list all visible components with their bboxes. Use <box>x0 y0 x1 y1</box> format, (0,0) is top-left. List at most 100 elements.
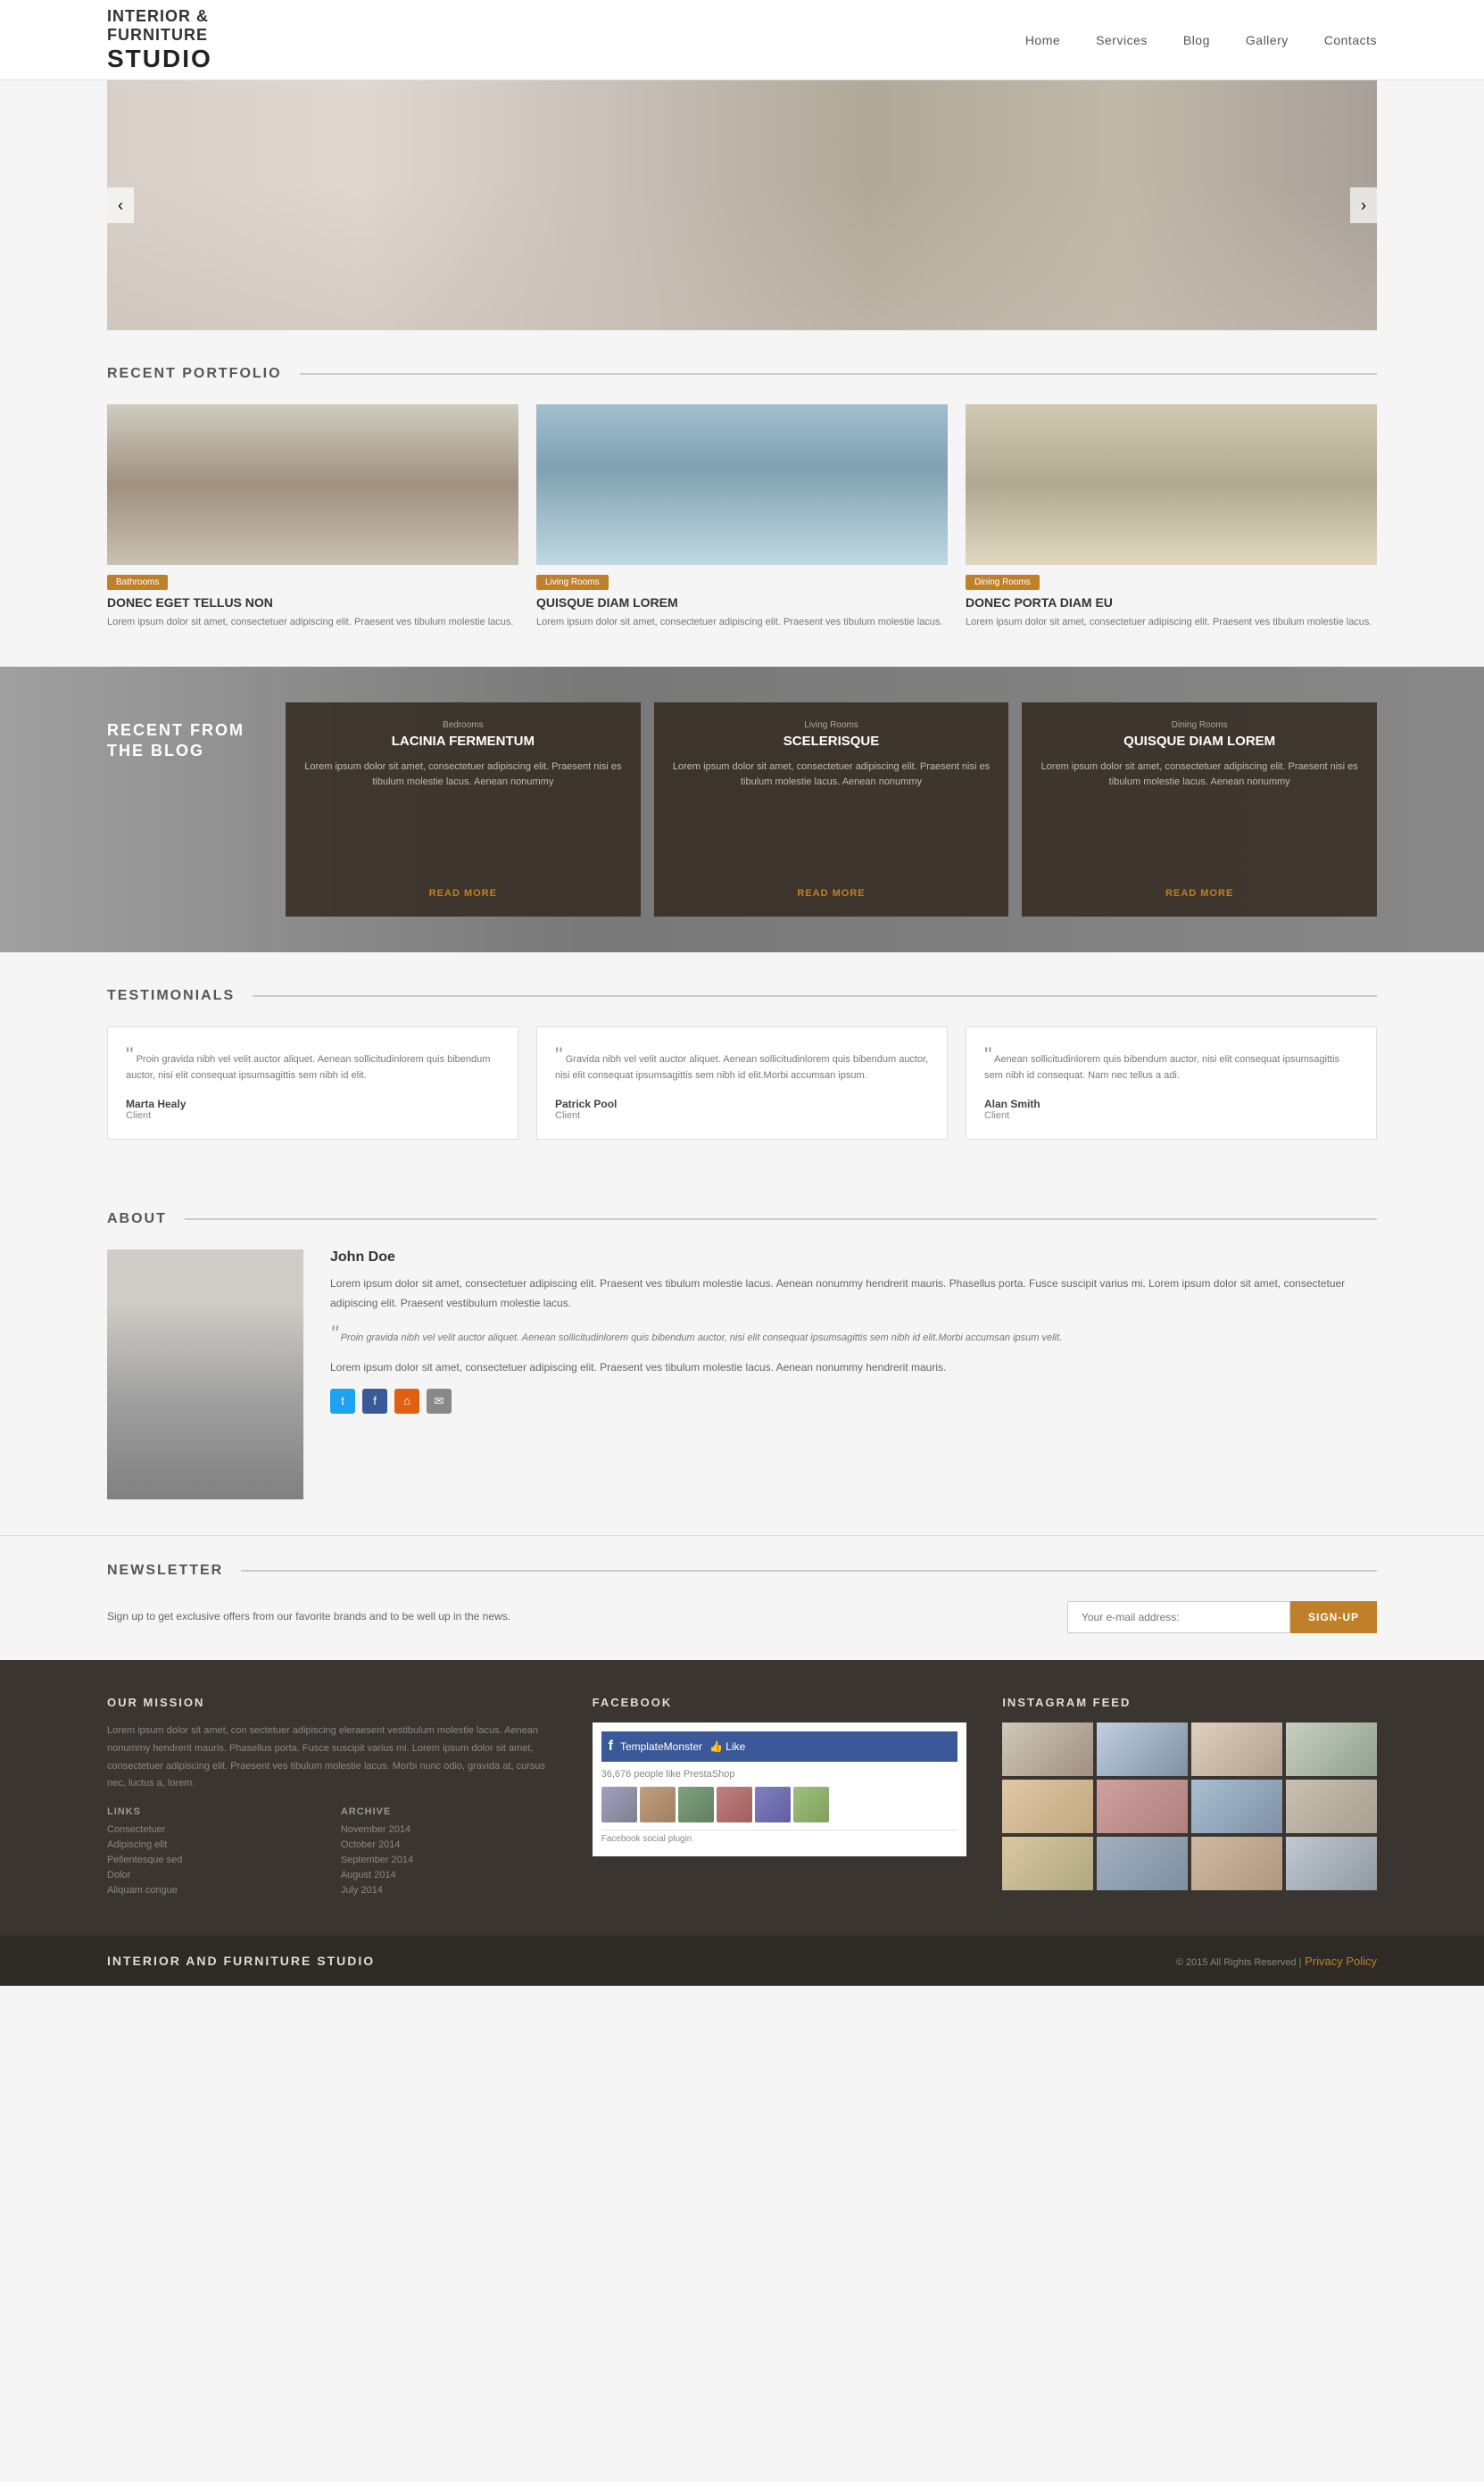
quote-mark: " <box>984 1043 992 1067</box>
facebook-face <box>755 1787 791 1822</box>
footer-bottom: INTERIOR AND FURNITURE STUDIO © 2015 All… <box>0 1936 1484 1986</box>
instagram-image[interactable] <box>1286 1722 1377 1776</box>
slider-next-button[interactable]: › <box>1350 187 1377 223</box>
newsletter-section: NEWSLETTER Sign up to get exclusive offe… <box>0 1535 1484 1660</box>
portfolio-text-3: Lorem ipsum dolor sit amet, consectetuer… <box>966 615 1377 631</box>
testimonial-item: " Proin gravida nibh vel velit auctor al… <box>107 1026 518 1140</box>
footer-facebook-col: FACEBOOK f TemplateMonster 👍 Like 36,676… <box>593 1696 967 1900</box>
instagram-image[interactable] <box>1191 1780 1282 1833</box>
quote-mark: " <box>555 1043 563 1067</box>
footer-mission-heading: OUR MISSION <box>107 1696 557 1709</box>
footer-link[interactable]: Consectetuer <box>107 1824 323 1835</box>
instagram-image[interactable] <box>1097 1780 1188 1833</box>
instagram-image[interactable] <box>1191 1837 1282 1890</box>
facebook-plugin-label: Facebook social plugin <box>601 1830 958 1847</box>
newsletter-inner: Sign up to get exclusive offers from our… <box>107 1601 1377 1633</box>
facebook-count: 36,676 people like PrestaShop <box>601 1769 958 1780</box>
facebook-icon[interactable]: f <box>362 1389 387 1414</box>
nav-home[interactable]: Home <box>1025 33 1060 47</box>
newsletter-signup-button[interactable]: SIGN-UP <box>1290 1601 1377 1633</box>
footer-privacy-link[interactable]: Privacy Policy <box>1305 1955 1377 1968</box>
quote-mark: " <box>330 1322 338 1346</box>
facebook-faces <box>601 1787 958 1822</box>
logo-studio: STUDIO <box>107 45 212 73</box>
instagram-grid <box>1002 1722 1377 1890</box>
facebook-face <box>793 1787 829 1822</box>
about-content: John Doe Lorem ipsum dolor sit amet, con… <box>107 1249 1377 1499</box>
footer-instagram-heading: INSTAGRAM FEED <box>1002 1696 1377 1709</box>
footer-facebook-widget: f TemplateMonster 👍 Like 36,676 people l… <box>593 1722 967 1856</box>
instagram-image[interactable] <box>1097 1837 1188 1890</box>
blog-section: RECENT FROM THE BLOG Bedrooms LACINIA FE… <box>0 667 1484 952</box>
portfolio-grid: Bathrooms DONEC EGET TELLUS NON Lorem ip… <box>107 404 1377 631</box>
instagram-image[interactable] <box>1286 1837 1377 1890</box>
footer-link[interactable]: Adipiscing elit <box>107 1839 323 1850</box>
logo-line1: INTERIOR & <box>107 7 212 26</box>
portfolio-title-3: DONEC PORTA DIAM EU <box>966 595 1377 610</box>
blog-card-title-1: LACINIA FERMENTUM <box>303 734 623 749</box>
testimonial-author-3: Alan Smith <box>984 1098 1358 1110</box>
logo-line2: FURNITURE <box>107 26 212 45</box>
blog-read-more-1[interactable]: READ MORE <box>303 888 623 899</box>
blog-read-more-2[interactable]: READ MORE <box>672 888 991 899</box>
portfolio-section: RECENT PORTFOLIO Bathrooms DONEC EGET TE… <box>0 330 1484 667</box>
about-text-block: John Doe Lorem ipsum dolor sit amet, con… <box>330 1249 1377 1414</box>
footer-archive-link[interactable]: August 2014 <box>341 1870 557 1880</box>
footer-brand: INTERIOR AND FURNITURE STUDIO <box>107 1954 375 1968</box>
instagram-image[interactable] <box>1002 1722 1093 1776</box>
testimonials-grid: " Proin gravida nibh vel velit auctor al… <box>107 1026 1377 1140</box>
portfolio-badge-1: Bathrooms <box>107 575 168 590</box>
slider-prev-button[interactable]: ‹ <box>107 187 134 223</box>
footer-link[interactable]: Dolor <box>107 1870 323 1880</box>
footer-link[interactable]: Pellentesque sed <box>107 1855 323 1865</box>
testimonial-author-1: Marta Healy <box>126 1098 500 1110</box>
facebook-like-icon: 👍 Like <box>709 1740 745 1753</box>
facebook-brand-name: TemplateMonster <box>620 1740 702 1753</box>
logo[interactable]: INTERIOR & FURNITURE STUDIO <box>107 7 212 73</box>
newsletter-email-input[interactable] <box>1067 1601 1290 1633</box>
about-title-row: ABOUT <box>107 1211 1377 1227</box>
instagram-image[interactable] <box>1097 1722 1188 1776</box>
footer-links-archive-grid: LINKS Consectetuer Adipiscing elit Pelle… <box>107 1806 557 1900</box>
footer-links-heading: LINKS <box>107 1806 323 1817</box>
footer-archive-heading: ARCHIVE <box>341 1806 557 1817</box>
instagram-image[interactable] <box>1002 1780 1093 1833</box>
testimonials-section-title: TESTIMONIALS <box>107 988 235 1004</box>
nav-contacts[interactable]: Contacts <box>1324 33 1377 47</box>
blog-card: Bedrooms LACINIA FERMENTUM Lorem ipsum d… <box>286 702 641 917</box>
mail-icon[interactable]: ✉ <box>427 1389 452 1414</box>
twitter-icon[interactable]: t <box>330 1389 355 1414</box>
portfolio-image-3 <box>966 404 1377 565</box>
footer-link[interactable]: Aliquam congue <box>107 1885 323 1896</box>
blog-card-text-2: Lorem ipsum dolor sit amet, consectetuer… <box>672 760 991 879</box>
nav-blog[interactable]: Blog <box>1183 33 1210 47</box>
instagram-image[interactable] <box>1286 1780 1377 1833</box>
testimonial-quote-3: " Aenean sollicitudinlorem quis bibendum… <box>984 1045 1358 1084</box>
footer: OUR MISSION Lorem ipsum dolor sit amet, … <box>0 1660 1484 1936</box>
about-name: John Doe <box>330 1249 1377 1266</box>
testimonials-section: TESTIMONIALS " Proin gravida nibh vel ve… <box>0 952 1484 1175</box>
footer-archive-link[interactable]: November 2014 <box>341 1824 557 1835</box>
facebook-face <box>717 1787 752 1822</box>
blog-read-more-3[interactable]: READ MORE <box>1040 888 1359 899</box>
nav-services[interactable]: Services <box>1096 33 1148 47</box>
footer-archive-link[interactable]: July 2014 <box>341 1885 557 1896</box>
rss-icon[interactable]: ⌂ <box>394 1389 419 1414</box>
testimonial-role-2: Client <box>555 1110 929 1121</box>
newsletter-form: SIGN-UP <box>1067 1601 1377 1633</box>
facebook-face <box>678 1787 714 1822</box>
about-person-visual <box>107 1249 303 1499</box>
blog-card: Living Rooms SCELERISQUE Lorem ipsum dol… <box>654 702 1009 917</box>
footer-archive-link[interactable]: October 2014 <box>341 1839 557 1850</box>
blog-card-category-1: Bedrooms <box>303 720 623 730</box>
newsletter-description: Sign up to get exclusive offers from our… <box>107 1608 1040 1625</box>
blog-card-text-1: Lorem ipsum dolor sit amet, consectetuer… <box>303 760 623 879</box>
instagram-image[interactable] <box>1191 1722 1282 1776</box>
portfolio-divider <box>300 373 1377 375</box>
footer-grid: OUR MISSION Lorem ipsum dolor sit amet, … <box>107 1696 1377 1900</box>
about-section-title: ABOUT <box>107 1211 167 1227</box>
instagram-image[interactable] <box>1002 1837 1093 1890</box>
testimonial-quote-1: " Proin gravida nibh vel velit auctor al… <box>126 1045 500 1084</box>
footer-archive-link[interactable]: September 2014 <box>341 1855 557 1865</box>
nav-gallery[interactable]: Gallery <box>1246 33 1289 47</box>
